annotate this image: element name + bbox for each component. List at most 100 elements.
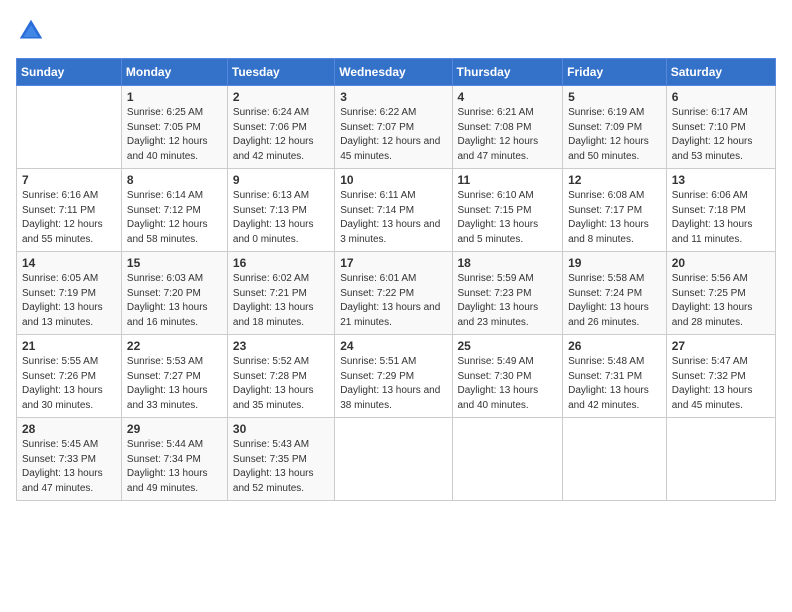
week-row-2: 7 Sunrise: 6:16 AMSunset: 7:11 PMDaylight…	[17, 169, 776, 252]
day-cell: 20Sunrise: 5:56 AMSunset: 7:25 PMDayligh…	[666, 252, 775, 335]
day-info: Sunrise: 6:19 AMSunset: 7:09 PMDaylight:…	[568, 106, 661, 164]
day-cell: 6 Sunrise: 6:17 AMSunset: 7:10 PMDaylight…	[666, 86, 775, 169]
day-cell: 24 Sunrise: 5:51 AMSunset: 7:29 PMDayligh…	[335, 335, 452, 418]
day-number: 5	[568, 90, 661, 104]
day-info: Sunrise: 6:06 AMSunset: 7:18 PMDaylight:…	[672, 189, 770, 247]
day-info: Sunrise: 6:11 AMSunset: 7:14 PMDaylight:…	[340, 189, 446, 247]
day-number: 20	[672, 256, 770, 270]
calendar-table: SundayMondayTuesdayWednesdayThursdayFrid…	[16, 58, 776, 501]
day-cell: 3Sunrise: 6:22 AMSunset: 7:07 PMDaylight…	[335, 86, 452, 169]
header-friday: Friday	[563, 59, 667, 86]
header-tuesday: Tuesday	[227, 59, 334, 86]
day-number: 28	[22, 422, 116, 436]
day-info: Sunrise: 6:10 AMSunset: 7:15 PMDaylight:…	[458, 189, 558, 247]
day-cell: 5 Sunrise: 6:19 AMSunset: 7:09 PMDaylight…	[563, 86, 667, 169]
day-info: Sunrise: 6:25 AMSunset: 7:05 PMDaylight:…	[127, 106, 222, 164]
day-cell: 21 Sunrise: 5:55 AMSunset: 7:26 PMDayligh…	[17, 335, 122, 418]
day-cell	[452, 418, 563, 501]
day-info: Sunrise: 5:59 AMSunset: 7:23 PMDaylight:…	[458, 272, 558, 330]
day-number: 23	[233, 339, 329, 353]
day-cell: 26 Sunrise: 5:48 AMSunset: 7:31 PMDayligh…	[563, 335, 667, 418]
calendar-body: 1Sunrise: 6:25 AMSunset: 7:05 PMDaylight…	[17, 86, 776, 501]
day-number: 6	[672, 90, 770, 104]
day-number: 25	[458, 339, 558, 353]
day-info: Sunrise: 6:08 AMSunset: 7:17 PMDaylight:…	[568, 189, 661, 247]
day-info: Sunrise: 6:01 AMSunset: 7:22 PMDaylight:…	[340, 272, 446, 330]
day-cell: 4 Sunrise: 6:21 AMSunset: 7:08 PMDaylight…	[452, 86, 563, 169]
day-cell: 1Sunrise: 6:25 AMSunset: 7:05 PMDaylight…	[121, 86, 227, 169]
day-info: Sunrise: 5:47 AMSunset: 7:32 PMDaylight:…	[672, 355, 770, 413]
logo	[16, 16, 50, 46]
day-number: 27	[672, 339, 770, 353]
day-cell: 11 Sunrise: 6:10 AMSunset: 7:15 PMDayligh…	[452, 169, 563, 252]
day-number: 10	[340, 173, 446, 187]
day-number: 30	[233, 422, 329, 436]
day-cell	[666, 418, 775, 501]
day-cell: 7 Sunrise: 6:16 AMSunset: 7:11 PMDaylight…	[17, 169, 122, 252]
day-number: 24	[340, 339, 446, 353]
header-saturday: Saturday	[666, 59, 775, 86]
day-info: Sunrise: 6:21 AMSunset: 7:08 PMDaylight:…	[458, 106, 558, 164]
day-info: Sunrise: 5:55 AMSunset: 7:26 PMDaylight:…	[22, 355, 116, 413]
day-number: 7	[22, 173, 116, 187]
day-number: 16	[233, 256, 329, 270]
day-cell	[563, 418, 667, 501]
day-number: 21	[22, 339, 116, 353]
week-row-5: 28 Sunrise: 5:45 AMSunset: 7:33 PMDayligh…	[17, 418, 776, 501]
week-row-4: 21 Sunrise: 5:55 AMSunset: 7:26 PMDayligh…	[17, 335, 776, 418]
page-header	[16, 16, 776, 46]
day-info: Sunrise: 6:03 AMSunset: 7:20 PMDaylight:…	[127, 272, 222, 330]
day-number: 19	[568, 256, 661, 270]
day-info: Sunrise: 6:17 AMSunset: 7:10 PMDaylight:…	[672, 106, 770, 164]
header-sunday: Sunday	[17, 59, 122, 86]
day-info: Sunrise: 6:02 AMSunset: 7:21 PMDaylight:…	[233, 272, 329, 330]
day-info: Sunrise: 5:58 AMSunset: 7:24 PMDaylight:…	[568, 272, 661, 330]
logo-icon	[16, 16, 46, 46]
day-info: Sunrise: 5:49 AMSunset: 7:30 PMDaylight:…	[458, 355, 558, 413]
day-number: 29	[127, 422, 222, 436]
day-info: Sunrise: 6:05 AMSunset: 7:19 PMDaylight:…	[22, 272, 116, 330]
day-number: 17	[340, 256, 446, 270]
header-thursday: Thursday	[452, 59, 563, 86]
day-cell: 29 Sunrise: 5:44 AMSunset: 7:34 PMDayligh…	[121, 418, 227, 501]
day-info: Sunrise: 5:51 AMSunset: 7:29 PMDaylight:…	[340, 355, 446, 413]
day-number: 4	[458, 90, 558, 104]
day-cell	[335, 418, 452, 501]
day-cell: 9Sunrise: 6:13 AMSunset: 7:13 PMDaylight…	[227, 169, 334, 252]
day-number: 22	[127, 339, 222, 353]
calendar-header: SundayMondayTuesdayWednesdayThursdayFrid…	[17, 59, 776, 86]
day-info: Sunrise: 5:45 AMSunset: 7:33 PMDaylight:…	[22, 438, 116, 496]
day-number: 11	[458, 173, 558, 187]
day-number: 26	[568, 339, 661, 353]
day-info: Sunrise: 6:22 AMSunset: 7:07 PMDaylight:…	[340, 106, 446, 164]
day-cell: 14 Sunrise: 6:05 AMSunset: 7:19 PMDayligh…	[17, 252, 122, 335]
day-cell: 16 Sunrise: 6:02 AMSunset: 7:21 PMDayligh…	[227, 252, 334, 335]
day-number: 8	[127, 173, 222, 187]
day-cell: 13 Sunrise: 6:06 AMSunset: 7:18 PMDayligh…	[666, 169, 775, 252]
day-number: 15	[127, 256, 222, 270]
day-info: Sunrise: 6:24 AMSunset: 7:06 PMDaylight:…	[233, 106, 329, 164]
day-info: Sunrise: 5:52 AMSunset: 7:28 PMDaylight:…	[233, 355, 329, 413]
day-number: 13	[672, 173, 770, 187]
day-info: Sunrise: 5:48 AMSunset: 7:31 PMDaylight:…	[568, 355, 661, 413]
header-row: SundayMondayTuesdayWednesdayThursdayFrid…	[17, 59, 776, 86]
day-cell: 12 Sunrise: 6:08 AMSunset: 7:17 PMDayligh…	[563, 169, 667, 252]
day-info: Sunrise: 6:16 AMSunset: 7:11 PMDaylight:…	[22, 189, 116, 247]
day-info: Sunrise: 5:43 AMSunset: 7:35 PMDaylight:…	[233, 438, 329, 496]
day-cell	[17, 86, 122, 169]
day-cell: 19 Sunrise: 5:58 AMSunset: 7:24 PMDayligh…	[563, 252, 667, 335]
day-cell: 27 Sunrise: 5:47 AMSunset: 7:32 PMDayligh…	[666, 335, 775, 418]
header-monday: Monday	[121, 59, 227, 86]
day-cell: 28 Sunrise: 5:45 AMSunset: 7:33 PMDayligh…	[17, 418, 122, 501]
week-row-1: 1Sunrise: 6:25 AMSunset: 7:05 PMDaylight…	[17, 86, 776, 169]
day-number: 14	[22, 256, 116, 270]
day-number: 18	[458, 256, 558, 270]
day-number: 2	[233, 90, 329, 104]
day-cell: 17 Sunrise: 6:01 AMSunset: 7:22 PMDayligh…	[335, 252, 452, 335]
week-row-3: 14 Sunrise: 6:05 AMSunset: 7:19 PMDayligh…	[17, 252, 776, 335]
day-number: 12	[568, 173, 661, 187]
day-info: Sunrise: 5:44 AMSunset: 7:34 PMDaylight:…	[127, 438, 222, 496]
day-info: Sunrise: 6:13 AMSunset: 7:13 PMDaylight:…	[233, 189, 329, 247]
day-cell: 18 Sunrise: 5:59 AMSunset: 7:23 PMDayligh…	[452, 252, 563, 335]
day-info: Sunrise: 6:14 AMSunset: 7:12 PMDaylight:…	[127, 189, 222, 247]
